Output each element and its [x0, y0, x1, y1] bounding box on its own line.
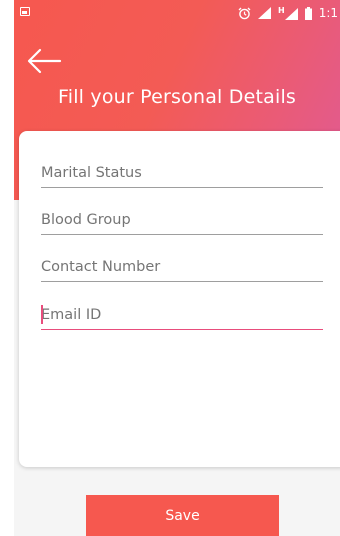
save-button[interactable]: Save: [86, 495, 279, 536]
text-cursor: [41, 305, 43, 324]
network-h-icon: H: [278, 6, 298, 20]
contact-number-field[interactable]: [41, 255, 323, 282]
alarm-icon: [238, 7, 251, 20]
contact-number-input[interactable]: [41, 255, 323, 279]
marital-status-input[interactable]: [41, 161, 323, 185]
blood-group-input[interactable]: [41, 208, 323, 232]
status-bar: H 1:1: [14, 0, 340, 26]
page-title: Fill your Personal Details: [57, 86, 297, 108]
email-id-input[interactable]: [41, 303, 323, 327]
signal-icon: [257, 7, 271, 19]
status-icons: H 1:1: [238, 5, 338, 21]
email-id-field[interactable]: [41, 303, 323, 330]
back-arrow-icon[interactable]: [26, 48, 62, 74]
battery-icon: [304, 6, 312, 20]
status-time: 1:1: [318, 6, 338, 20]
form-card: [19, 131, 340, 467]
marital-status-field[interactable]: [41, 161, 323, 188]
svg-text:H: H: [278, 6, 285, 15]
blood-group-field[interactable]: [41, 208, 323, 235]
screen: H 1:1 Fill your Personal Details Marital…: [0, 0, 340, 536]
notification-icon: [20, 7, 30, 16]
